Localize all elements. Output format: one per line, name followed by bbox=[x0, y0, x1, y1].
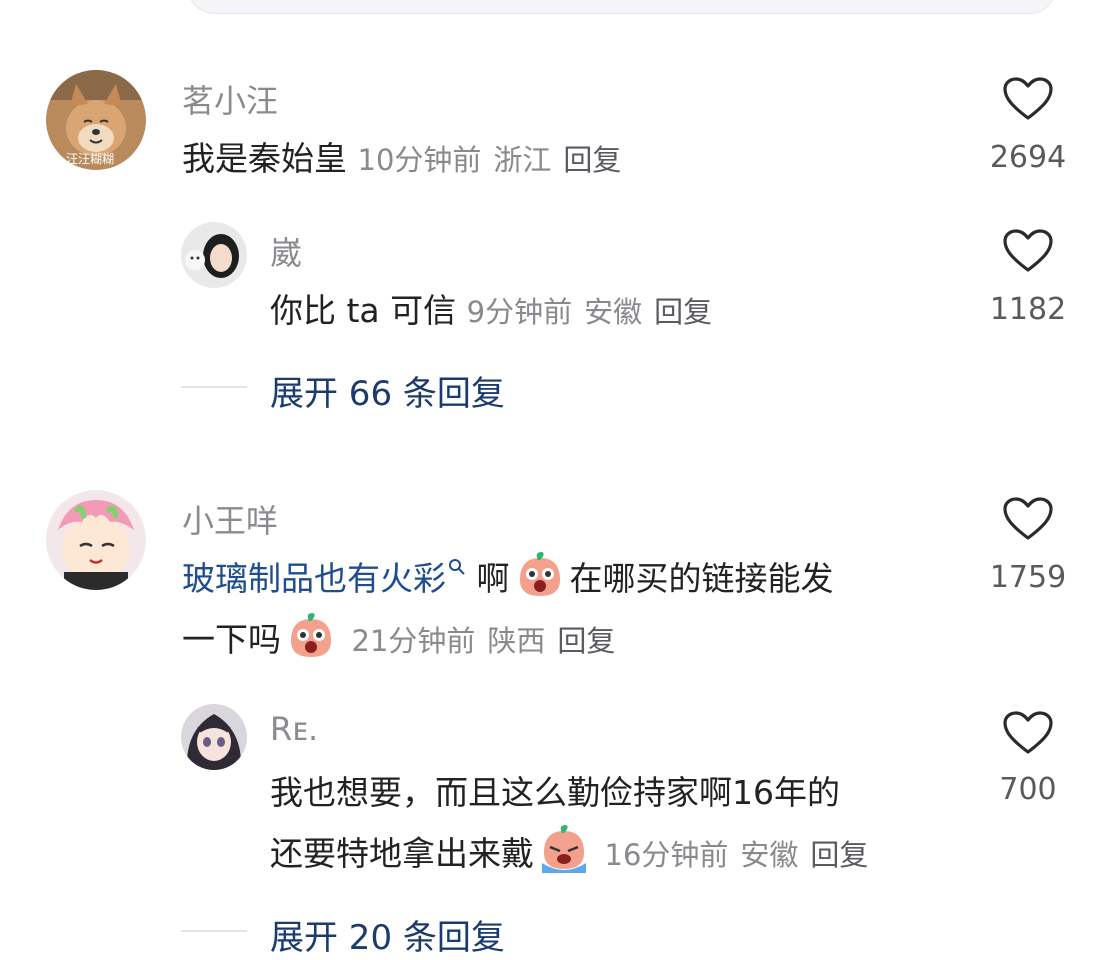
reply-time: 16分钟前 bbox=[604, 838, 729, 872]
avatar[interactable] bbox=[181, 704, 247, 770]
heart-outline-icon bbox=[1003, 497, 1053, 540]
comment-text-cont: 在哪买的链接能发 bbox=[569, 559, 834, 598]
crying-emoji-icon bbox=[542, 825, 586, 873]
username[interactable]: 茗小汪 bbox=[182, 76, 278, 122]
like-count: 700 bbox=[999, 772, 1057, 807]
comment-text-line2: 一下吗 bbox=[182, 620, 281, 659]
divider bbox=[181, 930, 247, 932]
reply-button[interactable]: 回复 bbox=[810, 838, 868, 872]
comment-location: 陕西 bbox=[487, 624, 546, 658]
heart-outline-icon bbox=[1003, 77, 1053, 120]
reply-button[interactable]: 回复 bbox=[654, 295, 712, 329]
search-icon bbox=[449, 559, 465, 575]
avatar[interactable] bbox=[46, 490, 146, 590]
keyword-search-link[interactable]: 玻璃制品也有火彩 bbox=[182, 559, 446, 598]
like-button[interactable] bbox=[973, 496, 1083, 542]
reply-text: 我也想要，而且这么勤俭持家啊16年的 bbox=[270, 773, 840, 812]
reply-button[interactable]: 回复 bbox=[563, 143, 621, 177]
divider bbox=[181, 386, 247, 388]
like-button[interactable] bbox=[973, 228, 1083, 274]
avatar-label: 汪汪糊糊 bbox=[66, 152, 115, 166]
reply-location: 安徽 bbox=[740, 838, 799, 872]
avatar[interactable] bbox=[181, 222, 247, 288]
surprised-emoji-icon bbox=[519, 552, 560, 596]
comment-time: 10分钟前 bbox=[357, 143, 482, 177]
reply-text: 你比 ta 可信 bbox=[270, 291, 457, 330]
surprised-emoji-icon bbox=[291, 613, 331, 657]
comment-body: 玻璃制品也有火彩 啊 在哪买的链接能发 一下吗 21分钟前 陕西 回复 bbox=[182, 548, 942, 672]
heart-outline-icon bbox=[1003, 229, 1053, 272]
username[interactable]: 崴 bbox=[270, 228, 302, 274]
comment-location: 浙江 bbox=[493, 143, 552, 177]
reply-location: 安徽 bbox=[584, 295, 643, 329]
reply-body: 你比 ta 可信 9分钟前 安徽 回复 bbox=[270, 280, 950, 343]
username[interactable]: Rᴇ. bbox=[270, 710, 318, 748]
comment-body: 我是秦始皇 10分钟前 浙江 回复 bbox=[182, 128, 942, 191]
expand-replies-button[interactable]: 展开 66 条回复 bbox=[270, 366, 505, 415]
expand-replies-button[interactable]: 展开 20 条回复 bbox=[270, 910, 505, 959]
reply-button[interactable]: 回复 bbox=[557, 624, 615, 658]
like-count: 1759 bbox=[989, 560, 1067, 595]
like-count: 2694 bbox=[989, 140, 1067, 175]
like-button[interactable] bbox=[973, 710, 1083, 756]
comment-text: 我是秦始皇 bbox=[182, 139, 347, 178]
comment-text: 啊 bbox=[476, 559, 510, 598]
top-input-bar[interactable] bbox=[188, 0, 1056, 14]
like-count: 1182 bbox=[989, 292, 1067, 327]
reply-time: 9分钟前 bbox=[466, 295, 573, 329]
comment-time: 21分钟前 bbox=[351, 624, 476, 658]
reply-text-line2: 还要特地拿出来戴 bbox=[270, 834, 534, 873]
like-button[interactable] bbox=[973, 76, 1083, 122]
heart-outline-icon bbox=[1003, 711, 1053, 754]
reply-body: 我也想要，而且这么勤俭持家啊16年的 还要特地拿出来戴 16分钟前 安徽 回复 bbox=[270, 762, 970, 886]
username[interactable]: 小王咩 bbox=[182, 496, 278, 542]
